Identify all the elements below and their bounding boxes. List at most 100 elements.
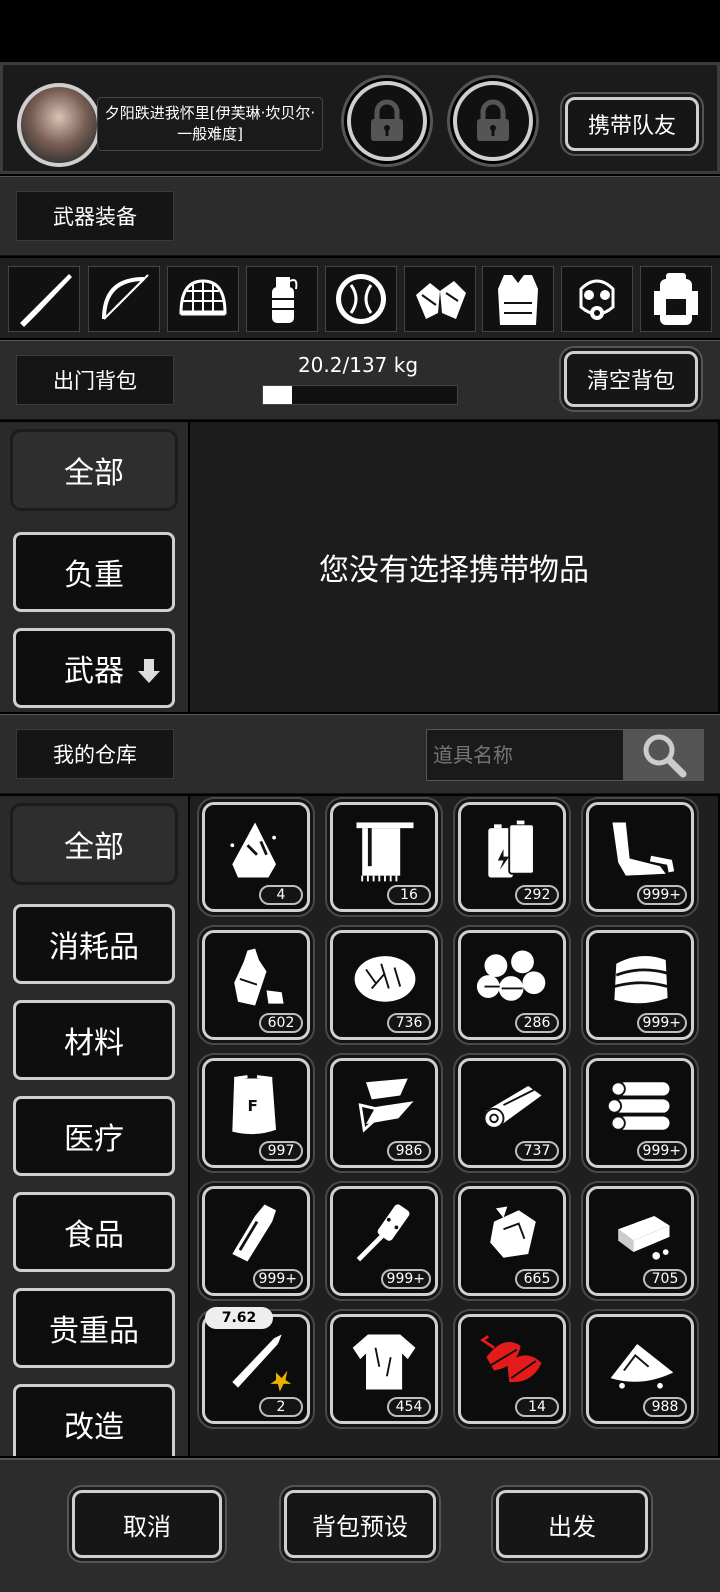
battery-icon: [488, 820, 535, 878]
warehouse-section: 我的仓库: [0, 714, 720, 794]
item-count-badge: 988: [643, 1397, 687, 1417]
warehouse-item[interactable]: 736: [330, 930, 438, 1040]
svg-text:F: F: [248, 1097, 258, 1115]
character-name: 夕阳跌进我怀里[伊芙琳·坎贝尔·一般难度]: [104, 104, 316, 143]
weight-bar-fill: [263, 386, 292, 404]
gloves-icon: [416, 281, 466, 319]
equip-slot-grenade[interactable]: [246, 266, 318, 332]
weight-bar: [262, 385, 458, 405]
flour-bag-icon: F: [232, 1075, 276, 1135]
equip-slot-gloves[interactable]: [404, 266, 476, 332]
warehouse-item[interactable]: 737: [458, 1058, 566, 1168]
equip-slot-vest[interactable]: [482, 266, 554, 332]
item-search-input[interactable]: [426, 729, 624, 781]
equip-slot-helmet[interactable]: [167, 266, 239, 332]
plastic-bottle-icon: [234, 948, 284, 1006]
backpack-section: 出门背包 20.2/137 kg 清空背包: [0, 340, 720, 420]
item-count-badge: 737: [515, 1141, 559, 1161]
warehouse-item[interactable]: 986: [330, 1058, 438, 1168]
equip-slot-gas-mask[interactable]: [561, 266, 633, 332]
item-count-badge: 292: [515, 885, 559, 905]
warehouse-tab-all[interactable]: 全部: [13, 806, 175, 882]
item-count-badge: 602: [259, 1013, 303, 1033]
brick-icon: [618, 1215, 670, 1260]
wood-plank-icon: [483, 1086, 542, 1129]
warehouse-tab-valuables[interactable]: 贵重品: [13, 1288, 175, 1368]
search-button[interactable]: [624, 729, 704, 781]
ore-icon: [490, 1206, 536, 1258]
cancel-button[interactable]: 取消: [72, 1490, 222, 1558]
warehouse-item[interactable]: 665: [458, 1186, 566, 1296]
bow-icon: [102, 274, 149, 320]
backpack-tab-weapons[interactable]: 武器: [13, 628, 175, 708]
footer-bar: 取消 背包预设 出发: [0, 1458, 720, 1592]
bullet-icon: [232, 1334, 292, 1392]
warehouse-item[interactable]: 999+: [586, 802, 694, 912]
equip-slot-shield[interactable]: [325, 266, 397, 332]
warehouse-item[interactable]: 999+: [202, 1186, 310, 1296]
teammate-slot-locked-1[interactable]: [347, 81, 427, 161]
item-count-badge: 286: [515, 1013, 559, 1033]
warehouse-item[interactable]: 988: [586, 1314, 694, 1424]
warehouse-item[interactable]: 999+: [330, 1186, 438, 1296]
warehouse-item-grid: 4 16 292 999+ 602 736 286 999+ F 997 986 737 999+ 999…: [190, 796, 718, 1456]
warehouse-item[interactable]: 286: [458, 930, 566, 1040]
fiber-icon: [354, 956, 416, 1002]
net-helmet-icon: [179, 279, 227, 316]
warehouse-tab-mods[interactable]: 改造: [13, 1384, 175, 1456]
equipment-section: 武器装备: [0, 176, 720, 256]
warehouse-item[interactable]: 454: [330, 1314, 438, 1424]
equip-slot-bow[interactable]: [88, 266, 160, 332]
backpack-tab-weight[interactable]: 负重: [13, 532, 175, 612]
pipe-scrap-icon: [612, 822, 675, 876]
warehouse-item[interactable]: 4: [202, 802, 310, 912]
item-count-badge: 2: [259, 1397, 303, 1417]
stones-icon: [476, 950, 546, 1001]
warehouse-item[interactable]: 602: [202, 930, 310, 1040]
warehouse-title: 我的仓库: [16, 729, 174, 779]
glass-shards-icon: [358, 1078, 414, 1133]
warehouse-item[interactable]: 14: [458, 1314, 566, 1424]
warehouse-tab-medical[interactable]: 医疗: [13, 1096, 175, 1176]
item-count-badge: 999+: [252, 1269, 303, 1289]
knife-icon: [20, 274, 72, 327]
empty-backpack-message: 您没有选择携带物品: [319, 553, 589, 588]
warehouse-item[interactable]: F 997: [202, 1058, 310, 1168]
equip-slot-knife[interactable]: [8, 266, 80, 332]
backpack-preset-button[interactable]: 背包预设: [284, 1490, 436, 1558]
warehouse-item[interactable]: 2 7.62: [202, 1307, 310, 1424]
item-count-badge: 4: [259, 885, 303, 905]
item-count-badge: 705: [643, 1269, 687, 1289]
towel-icon: [356, 822, 414, 882]
header-bar: 夕阳跌进我怀里[伊芙琳·坎贝尔·一般难度] 携带队友: [0, 62, 720, 174]
warehouse-item[interactable]: 999+: [586, 1058, 694, 1168]
caliber-badge: 7.62: [205, 1307, 273, 1329]
character-name-box: 夕阳跌进我怀里[伊芙琳·坎贝尔·一般难度]: [97, 97, 323, 151]
carry-teammate-button[interactable]: 携带队友: [565, 97, 699, 151]
backpack-sidebar: 全部 负重 武器: [0, 422, 188, 712]
teammate-slot-locked-2[interactable]: [453, 81, 533, 161]
avatar[interactable]: [17, 83, 101, 167]
depart-button[interactable]: 出发: [496, 1490, 648, 1558]
item-count-badge: 454: [387, 1397, 431, 1417]
warehouse-item[interactable]: 16: [330, 802, 438, 912]
backpack-content-area: 您没有选择携带物品: [190, 422, 718, 712]
item-count-badge: 736: [387, 1013, 431, 1033]
gas-mask-icon: [579, 279, 615, 320]
warehouse-item[interactable]: 999+: [586, 930, 694, 1040]
backpack-tab-weapons-label: 武器: [64, 654, 124, 689]
warehouse-item[interactable]: 292: [458, 802, 566, 912]
vest-icon: [498, 275, 538, 325]
warehouse-tab-consumables[interactable]: 消耗品: [13, 904, 175, 984]
warehouse-item[interactable]: 705: [586, 1186, 694, 1296]
lock-icon: [371, 99, 403, 141]
item-count-badge: 999+: [380, 1269, 431, 1289]
clear-backpack-button[interactable]: 清空背包: [564, 351, 698, 407]
fabric-icon: [614, 955, 668, 1004]
weight-text: 20.2/137 kg: [297, 353, 419, 377]
equip-slot-backpack[interactable]: [640, 266, 712, 332]
warehouse-tab-food[interactable]: 食品: [13, 1192, 175, 1272]
warehouse-sidebar: 全部 消耗品 材料 医疗 食品 贵重品 改造: [0, 796, 188, 1456]
warehouse-tab-materials[interactable]: 材料: [13, 1000, 175, 1080]
backpack-tab-all[interactable]: 全部: [13, 432, 175, 508]
